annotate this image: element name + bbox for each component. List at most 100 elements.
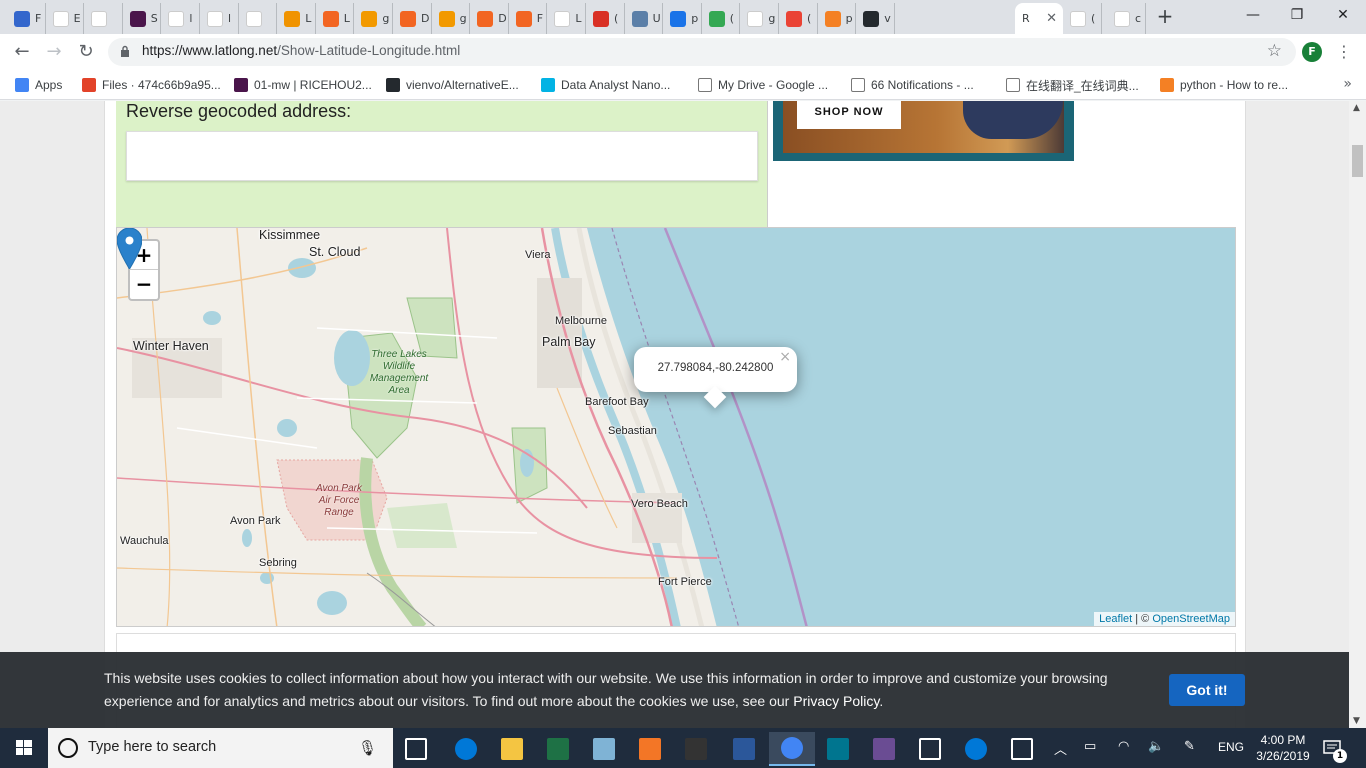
browser-tab[interactable] xyxy=(239,3,278,34)
bookmark-item[interactable]: vienvo/AlternativeE... xyxy=(386,76,519,94)
browser-tab[interactable]: g xyxy=(740,3,779,34)
taskbar-app[interactable] xyxy=(673,732,719,766)
scroll-up-icon[interactable]: ▲ xyxy=(1353,103,1360,113)
taskbar-app[interactable] xyxy=(627,732,673,766)
privacy-policy-link[interactable]: Privacy Policy xyxy=(793,693,879,709)
restore-button[interactable]: ❐ xyxy=(1282,4,1312,26)
browser-tab[interactable]: ( xyxy=(702,3,741,34)
chrome-menu-icon[interactable]: ⋮ xyxy=(1334,42,1354,62)
browser-tab[interactable]: R ✕ xyxy=(1015,3,1063,34)
close-window-button[interactable]: ✕ xyxy=(1328,4,1358,26)
taskbar-app[interactable] xyxy=(535,732,581,766)
browser-tab[interactable]: ( xyxy=(779,3,818,34)
taskbar-app[interactable] xyxy=(953,732,999,766)
browser-tab[interactable]: g xyxy=(354,3,393,34)
browser-tab[interactable]: L xyxy=(277,3,316,34)
forward-button[interactable]: → xyxy=(42,40,66,64)
language-indicator[interactable]: ENG xyxy=(1218,740,1244,754)
taskbar-app[interactable] xyxy=(769,732,815,766)
browser-tab[interactable]: F xyxy=(7,3,46,34)
ad-shop-now-button[interactable]: SHOP NOW xyxy=(797,101,901,129)
bookmark-item[interactable]: Apps xyxy=(15,76,62,94)
taskbar-app[interactable] xyxy=(489,732,535,766)
city-label: Viera xyxy=(525,249,551,261)
pen-icon[interactable]: ✎ xyxy=(1184,739,1195,754)
tab-title: U xyxy=(652,12,661,25)
wifi-icon[interactable]: ◠ xyxy=(1118,739,1129,754)
minimize-button[interactable]: — xyxy=(1238,4,1268,26)
taskbar-app[interactable] xyxy=(815,732,861,766)
taskbar-app[interactable] xyxy=(721,732,767,766)
github-icon xyxy=(863,10,880,27)
bookmark-item[interactable]: Data Analyst Nano... xyxy=(541,76,670,94)
bookmark-item[interactable]: My Drive - Google ... xyxy=(698,76,828,94)
browser-tab[interactable]: E xyxy=(46,3,85,34)
bookmark-label: Data Analyst Nano... xyxy=(561,78,671,92)
bookmark-item[interactable]: 66 Notifications - ... xyxy=(851,76,974,94)
browser-tab[interactable]: g xyxy=(432,3,471,34)
volume-icon[interactable]: 🔈 xyxy=(1148,739,1164,754)
bookmark-item[interactable]: 在线翻译_在线词典... xyxy=(1006,76,1139,94)
browser-tab[interactable]: L xyxy=(316,3,355,34)
bookmark-star-icon[interactable]: ☆ xyxy=(1267,41,1282,61)
close-tab-icon[interactable]: ✕ xyxy=(1046,11,1057,26)
browser-tab[interactable]: F xyxy=(509,3,548,34)
bookmark-item[interactable]: Files · 474c66b9a95... xyxy=(82,76,221,94)
microphone-icon[interactable]: 🎙 xyxy=(358,739,377,757)
battery-icon[interactable]: ▭ xyxy=(1084,739,1096,754)
page-scrollbar[interactable]: ▲ ▼ xyxy=(1349,101,1366,728)
taskbar-app[interactable] xyxy=(443,732,489,766)
advertisement[interactable]: SHOP NOW xyxy=(773,101,1074,161)
urban-area xyxy=(537,278,582,388)
windows-start-icon[interactable] xyxy=(0,728,48,768)
taskbar-app[interactable] xyxy=(907,732,953,766)
tab-title: L xyxy=(575,12,582,25)
browser-tab[interactable]: U xyxy=(625,3,664,34)
address-bar[interactable]: https://www.latlong.net/Show-Latitude-Lo… xyxy=(108,38,1296,66)
taskbar-app[interactable] xyxy=(393,732,439,766)
scroll-down-icon[interactable]: ▼ xyxy=(1353,716,1360,726)
taskbar-app[interactable] xyxy=(861,732,907,766)
browser-tab[interactable]: D xyxy=(470,3,509,34)
zoom-out-button[interactable]: − xyxy=(130,270,158,299)
show-hidden-icons-icon[interactable]: ︿ xyxy=(1054,739,1067,758)
browser-tab[interactable]: ( xyxy=(1063,3,1102,34)
back-button[interactable]: ← xyxy=(10,40,34,64)
map-marker-icon[interactable] xyxy=(117,228,142,269)
openstreetmap-link[interactable]: OpenStreetMap xyxy=(1152,613,1230,625)
browser-tab[interactable] xyxy=(84,3,123,34)
browser-tab[interactable]: D xyxy=(393,3,432,34)
browser-tab[interactable]: S xyxy=(123,3,162,34)
browser-tab[interactable]: p xyxy=(663,3,702,34)
cookie-accept-button[interactable]: Got it! xyxy=(1169,674,1245,706)
taskbar-app[interactable] xyxy=(581,732,627,766)
git-icon xyxy=(873,738,895,760)
browser-tab[interactable]: p xyxy=(818,3,857,34)
bookmarks-overflow-icon[interactable]: » xyxy=(1343,76,1352,92)
taskbar-search-box[interactable]: Type here to search 🎙 xyxy=(48,728,393,768)
bookmark-item[interactable]: 01-mw | RICEHOU2... xyxy=(234,76,372,94)
map-container[interactable]: Kissimmee St. Cloud Viera Melbourne Palm… xyxy=(116,227,1236,627)
reload-button[interactable]: ↻ xyxy=(74,40,98,64)
profile-avatar[interactable]: F xyxy=(1302,42,1322,62)
road-primary xyxy=(117,477,678,504)
scroll-thumb[interactable] xyxy=(1352,145,1363,177)
bookmark-label: python - How to re... xyxy=(1180,78,1289,92)
browser-tab[interactable]: l xyxy=(161,3,200,34)
popup-close-icon[interactable]: × xyxy=(779,349,791,365)
browser-tab[interactable]: L xyxy=(547,3,586,34)
k-icon xyxy=(168,10,185,27)
bookmark-item[interactable]: python - How to re... xyxy=(1160,76,1288,94)
wikipedia-icon xyxy=(52,10,69,27)
new-tab-button[interactable]: + xyxy=(1155,6,1175,26)
taskbar-clock[interactable]: 4:00 PM 3/26/2019 xyxy=(1256,732,1310,764)
browser-tab[interactable]: v xyxy=(856,3,895,34)
browser-tab[interactable]: c xyxy=(1107,3,1146,34)
tab-title: F xyxy=(35,12,42,25)
bookmark-label: Files · 474c66b9a95... xyxy=(102,78,221,92)
browser-tab[interactable]: ( xyxy=(586,3,625,34)
leaflet-link[interactable]: Leaflet xyxy=(1099,613,1132,625)
tab-title: F xyxy=(536,12,544,25)
browser-tab[interactable]: l xyxy=(200,3,239,34)
taskbar-app[interactable] xyxy=(999,732,1045,766)
